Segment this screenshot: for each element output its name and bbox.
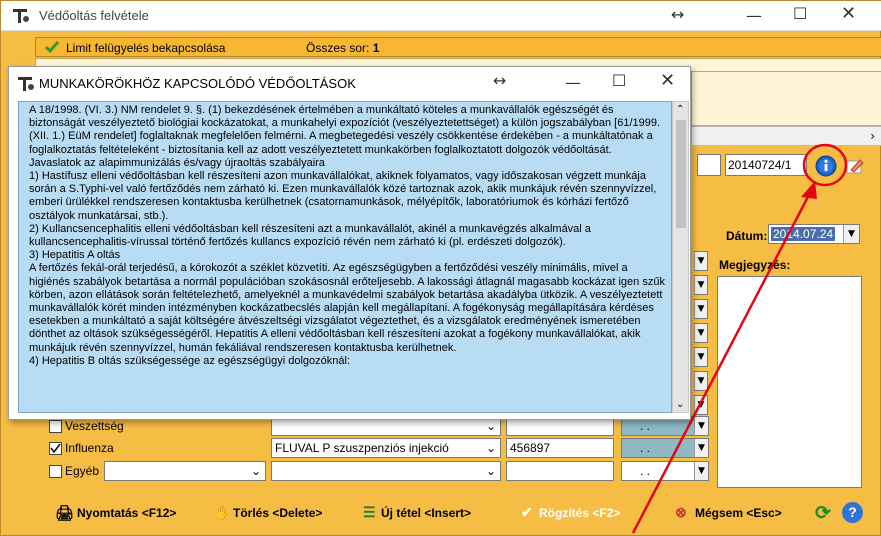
new-item-icon: ☰ xyxy=(363,504,376,520)
total-rows: Összes sor: 1 xyxy=(306,41,380,55)
dialog-title-bar: MUNKAKÖRÖKHÖZ KAPCSOLÓDÓ VÉDŐOLTÁSOK ↔ —… xyxy=(9,67,690,99)
other-select[interactable]: ⌄ xyxy=(104,461,266,481)
close-icon[interactable]: ✕ xyxy=(841,3,856,24)
help-icon[interactable]: ? xyxy=(842,502,863,523)
chevron-down-icon[interactable]: ⌄ xyxy=(486,419,496,433)
paragraph: 3) Hepatitis A oltás xyxy=(29,249,121,262)
paragraph: A fertőzés fekál-orál terjedésű, a kórok… xyxy=(29,262,665,354)
batch-field[interactable] xyxy=(506,461,614,481)
save-check-icon: ✔ xyxy=(521,504,533,520)
paragraph: 1) Hastífusz elleni védőoltásban kell ré… xyxy=(29,170,657,222)
limit-bar[interactable]: Limit felügyelés bekapcsolása Összes sor… xyxy=(35,37,881,57)
new-item-button[interactable]: Új tétel <Insert> xyxy=(381,506,471,520)
maximize-icon[interactable]: ☐ xyxy=(612,71,626,90)
app-logo-icon xyxy=(13,9,29,23)
dialog-vertical-scrollbar[interactable]: ⌃ ⌄ xyxy=(672,101,689,413)
paragraph: 2) Kullancsencephalitis elleni védőoltás… xyxy=(29,222,591,249)
minimize-icon[interactable]: — xyxy=(746,6,762,25)
code-field[interactable]: 20140724/1 xyxy=(725,154,807,176)
resize-arrow-icon[interactable]: ↔ xyxy=(493,71,506,90)
close-icon[interactable]: ✕ xyxy=(660,70,675,91)
paragraph: Javaslatok az alapimmunizálás és/vagy új… xyxy=(29,156,325,169)
vaccine-select[interactable]: FLUVAL P szuszpenziós injekció ⌄ xyxy=(271,438,501,458)
scroll-thumb[interactable] xyxy=(676,120,686,228)
batch-field[interactable]: 456897 xyxy=(506,438,614,458)
delete-icon: ✋ xyxy=(213,504,231,520)
limit-label: Limit felügyelés bekapcsolása xyxy=(66,41,226,55)
horizontal-scrollbar[interactable]: › xyxy=(691,126,881,146)
vaccination-info-dialog: MUNKAKÖRÖKHÖZ KAPCSOLÓDÓ VÉDŐOLTÁSOK ↔ —… xyxy=(8,66,691,420)
check-icon xyxy=(50,443,61,454)
small-field[interactable] xyxy=(697,154,721,176)
print-button[interactable]: Nyomtatás <F12> xyxy=(77,506,176,520)
app-logo-icon xyxy=(18,77,34,91)
check-icon xyxy=(44,41,60,54)
row-checkbox-checked[interactable] xyxy=(49,442,62,455)
scroll-down-icon[interactable]: ⌄ xyxy=(676,399,684,410)
vaccine-select[interactable]: ⌄ xyxy=(271,461,501,481)
scroll-right-icon[interactable]: › xyxy=(870,129,875,143)
chevron-down-icon[interactable]: ⌄ xyxy=(486,464,496,478)
dialog-text-area[interactable]: A 18/1998. (VI. 3.) NM rendelet 9. §. (1… xyxy=(18,101,672,413)
grid-area xyxy=(691,71,881,126)
row-checkbox[interactable] xyxy=(49,465,62,478)
date-dropdown-icon[interactable]: ▼ xyxy=(843,225,859,243)
paragraph: 4) Hepatitis B oltás szükségessége az eg… xyxy=(29,354,351,367)
outer-window-title: Védőoltás felvétele xyxy=(39,8,149,23)
row-checkbox[interactable] xyxy=(49,420,62,433)
chevron-down-icon[interactable]: ⌄ xyxy=(486,441,496,455)
delete-button[interactable]: Törlés <Delete> xyxy=(233,506,322,520)
resize-arrow-icon[interactable]: ↔ xyxy=(671,5,684,24)
scroll-up-icon[interactable]: ⌃ xyxy=(676,104,684,115)
maximize-icon[interactable]: ☐ xyxy=(793,4,807,23)
paragraph: A 18/1998. (VI. 3.) NM rendelet 9. §. (1… xyxy=(29,104,661,156)
minimize-icon[interactable]: — xyxy=(565,73,581,92)
chevron-down-icon[interactable]: ⌄ xyxy=(251,464,261,478)
outer-title-bar: Védőoltás felvétele ↔ — ☐ ✕ xyxy=(1,1,881,31)
print-icon: 🖨 xyxy=(55,505,75,522)
dialog-title: MUNKAKÖRÖKHÖZ KAPCSOLÓDÓ VÉDŐOLTÁSOK xyxy=(39,76,356,91)
